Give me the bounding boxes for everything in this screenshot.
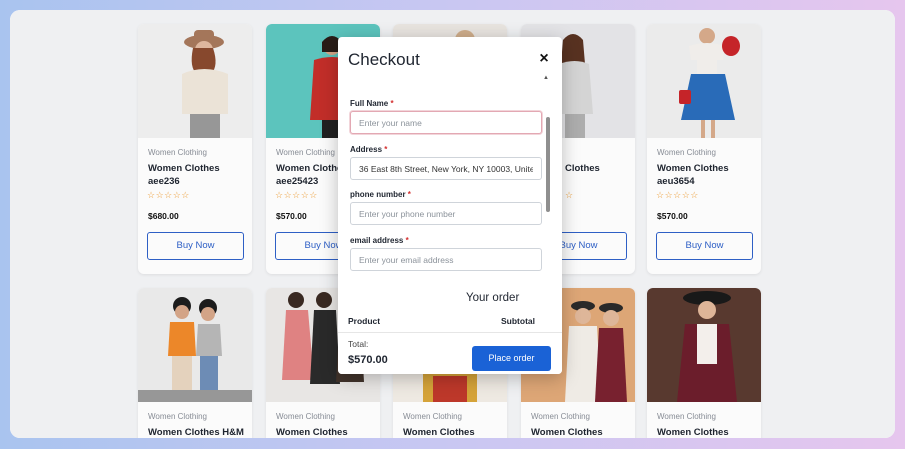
full-name-label-text: Full Name <box>350 99 389 108</box>
total-label: Total: <box>348 339 369 349</box>
phone-label-text: phone number <box>350 190 406 199</box>
address-label-text: Address <box>350 145 383 154</box>
address-input[interactable] <box>350 157 542 180</box>
scroll-up-arrow-icon[interactable]: ▲ <box>543 75 549 81</box>
place-order-button[interactable]: Place order <box>472 346 551 371</box>
close-icon[interactable]: × <box>535 50 553 68</box>
footer-divider <box>338 332 562 333</box>
subtotal-column-header: Subtotal <box>501 316 535 326</box>
scrollbar-thumb[interactable] <box>546 117 550 212</box>
required-marker: * <box>405 236 409 245</box>
total-value: $570.00 <box>348 354 388 366</box>
phone-label: phone number * <box>350 190 411 199</box>
address-label: Address * <box>350 145 387 154</box>
product-column-header: Product <box>348 316 381 326</box>
email-label: email address * <box>350 236 409 245</box>
required-marker: * <box>407 190 411 199</box>
your-order-heading: Your order <box>466 292 520 304</box>
full-name-input[interactable] <box>350 111 542 134</box>
phone-number-input[interactable] <box>350 202 542 225</box>
app-window: Women Clothing Women Clothes aee236 ☆☆☆☆… <box>10 10 895 438</box>
required-marker: * <box>390 99 394 108</box>
full-name-label: Full Name * <box>350 99 394 108</box>
required-marker: * <box>384 145 388 154</box>
email-address-input[interactable] <box>350 248 542 271</box>
email-label-text: email address <box>350 236 404 245</box>
checkout-modal: Checkout × ▲ Full Name * Address * phone… <box>338 37 562 374</box>
checkout-title: Checkout <box>348 50 420 69</box>
